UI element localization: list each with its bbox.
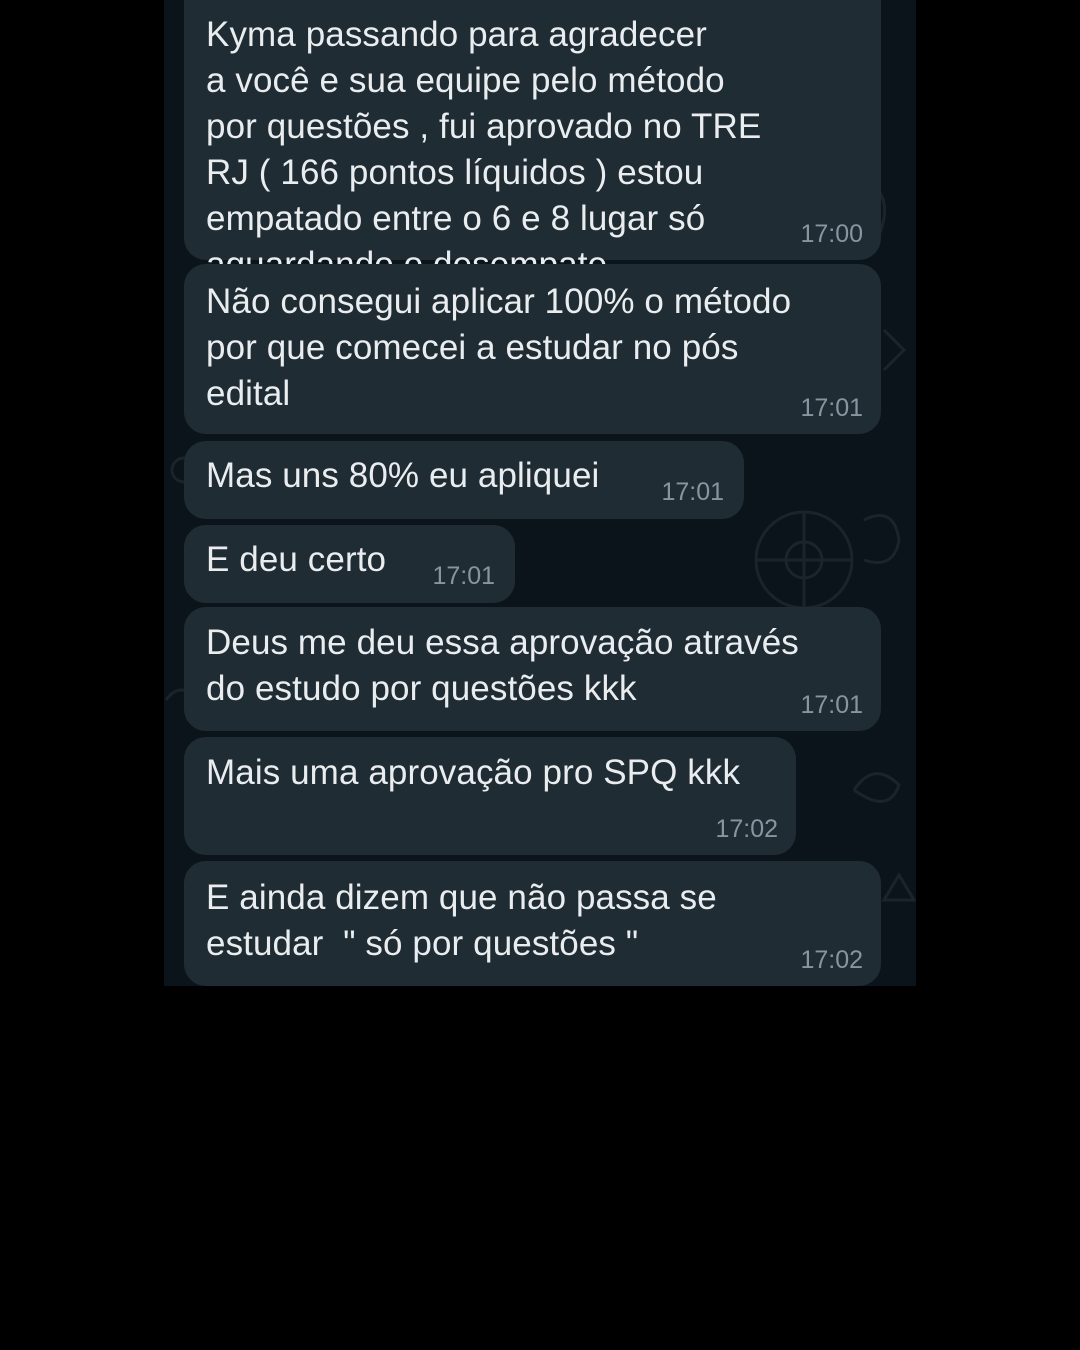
message-text: Mas uns 80% eu apliquei xyxy=(206,456,600,495)
message-timestamp: 17:00 xyxy=(800,220,863,248)
message-text: Deus me deu essa aprovação através do es… xyxy=(206,623,799,708)
message-text: Mais uma aprovação pro SPQ kkk xyxy=(206,753,741,792)
message-text: E ainda dizem que não passa se estudar "… xyxy=(206,878,717,963)
message-text: Não consegui aplicar 100% o método por q… xyxy=(206,282,792,413)
message-text: E deu certo xyxy=(206,540,387,579)
message-bubble[interactable]: Não consegui aplicar 100% o método por q… xyxy=(184,264,881,434)
message-timestamp: 17:01 xyxy=(800,394,863,422)
message-bubble[interactable]: Mais uma aprovação pro SPQ kkk 17:02 xyxy=(184,737,796,855)
message-bubble[interactable]: E deu certo 17:01 xyxy=(184,525,515,603)
message-timestamp: 17:01 xyxy=(432,562,495,590)
chat-screenshot: Kyma passando para agradecer a você e su… xyxy=(164,0,916,986)
message-bubble[interactable]: E ainda dizem que não passa se estudar "… xyxy=(184,861,881,986)
message-text: Kyma passando para agradecer a você e su… xyxy=(206,15,762,284)
message-timestamp: 17:02 xyxy=(800,946,863,974)
message-bubble[interactable]: Mas uns 80% eu apliquei 17:01 xyxy=(184,441,744,519)
message-timestamp: 17:01 xyxy=(661,478,724,506)
message-bubble[interactable]: Kyma passando para agradecer a você e su… xyxy=(184,0,881,284)
message-timestamp: 17:01 xyxy=(800,691,863,719)
message-timestamp: 17:02 xyxy=(715,815,778,843)
message-bubble[interactable]: Deus me deu essa aprovação através do es… xyxy=(184,607,881,731)
